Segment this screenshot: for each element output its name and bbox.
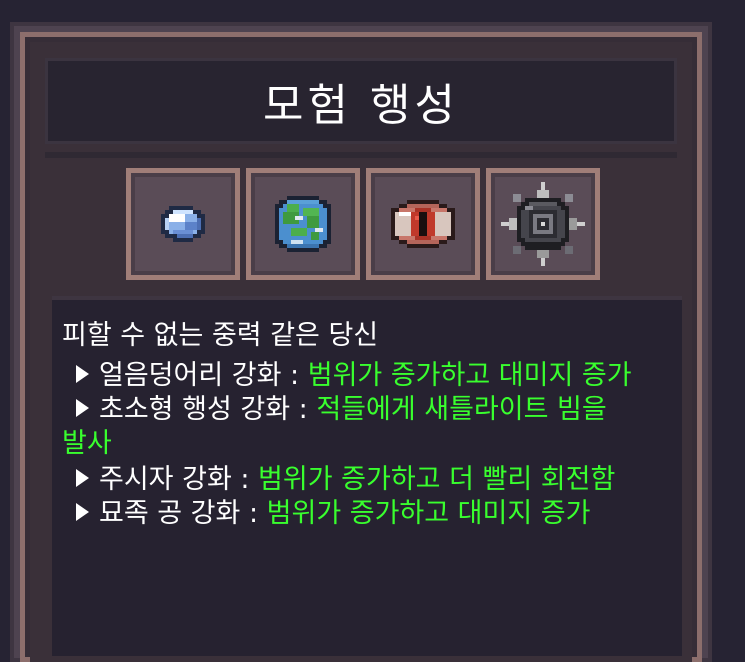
title-divider bbox=[45, 152, 677, 158]
upgrade-line-gazer: 주시자 강화 : 범위가 증가하고 더 빨리 회전함 bbox=[76, 466, 615, 493]
bullet-arrow-icon bbox=[76, 503, 89, 521]
upgrade-label: 묘족 공 강화 : bbox=[99, 498, 267, 529]
spiked-orb-icon bbox=[501, 182, 585, 266]
slot-gravity-ball[interactable] bbox=[486, 168, 600, 280]
panel-title: 모험 행성 bbox=[263, 80, 459, 131]
upgrade-line-ice-chunk: 얼음덩어리 강화 : 범위가 증가하고 대미지 증가 bbox=[76, 362, 632, 389]
upgrade-effect: 범위가 증가하고 대미지 증가 bbox=[266, 498, 591, 529]
slot-small-planet[interactable] bbox=[246, 168, 360, 280]
bullet-arrow-icon bbox=[76, 399, 89, 417]
eye-icon bbox=[391, 200, 455, 248]
upgrade-label: 얼음덩어리 강화 : bbox=[99, 360, 308, 391]
upgrade-effect-continued: 발사 bbox=[62, 428, 112, 459]
upgrade-effect: 범위가 증가하고 더 빨리 회전함 bbox=[258, 464, 616, 495]
upgrade-effect: 적들에게 새틀라이트 빔을 bbox=[316, 394, 607, 425]
upgrade-effect: 범위가 증가하고 대미지 증가 bbox=[307, 360, 632, 391]
background-edge bbox=[712, 22, 745, 646]
planet-icon bbox=[275, 196, 331, 252]
slot-ice-chunk[interactable] bbox=[126, 168, 240, 280]
slot-gazer[interactable] bbox=[366, 168, 480, 280]
bullet-arrow-icon bbox=[76, 469, 89, 487]
bullet-arrow-icon bbox=[76, 365, 89, 383]
upgrade-line-gravity-ball: 묘족 공 강화 : 범위가 증가하고 대미지 증가 bbox=[76, 500, 590, 527]
description-intro: 피할 수 없는 중력 같은 당신 bbox=[62, 320, 379, 351]
upgrade-label: 주시자 강화 : bbox=[99, 464, 259, 495]
upgrade-line-small-planet: 초소형 행성 강화 : 적들에게 새틀라이트 빔을 bbox=[76, 396, 607, 423]
upgrade-label: 초소형 행성 강화 : bbox=[99, 394, 317, 425]
title-bar: 모험 행성 bbox=[45, 58, 677, 144]
ice-chunk-icon bbox=[161, 206, 205, 242]
